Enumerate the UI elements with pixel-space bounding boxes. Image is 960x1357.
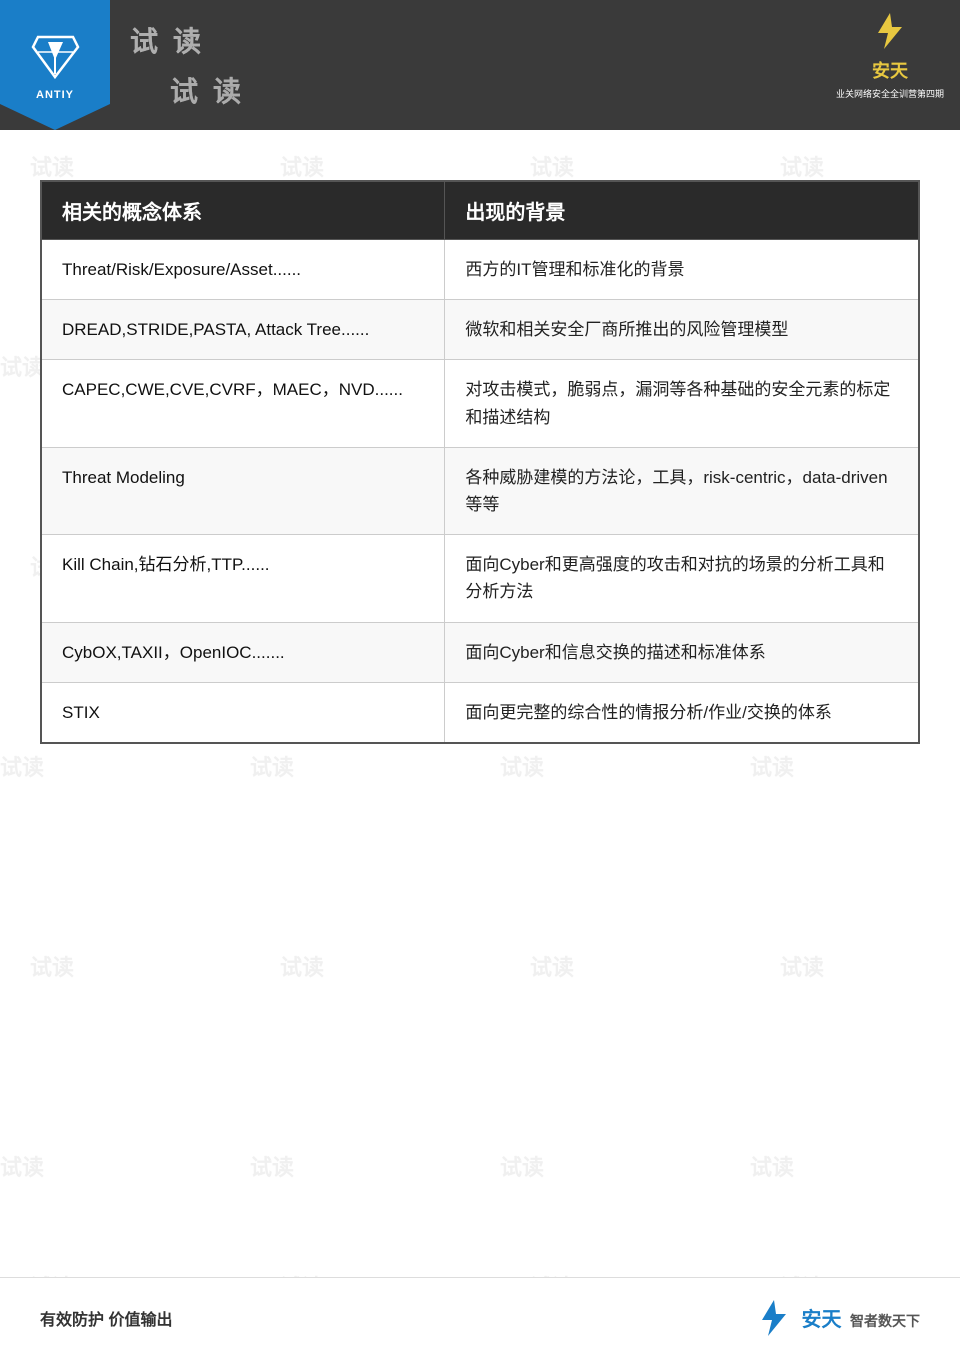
table-cell-left-4: Kill Chain,钻石分析,TTP...... (41, 535, 445, 622)
table-cell-right-6: 面向更完整的综合性的情报分析/作业/交换的体系 (445, 682, 919, 743)
table-row: Threat Modeling各种威胁建模的方法论，工具，risk-centri… (41, 447, 919, 534)
footer: 有效防护 价值输出 安天 智者数天下 (0, 1277, 960, 1357)
table-cell-left-2: CAPEC,CWE,CVE,CVRF，MAEC，NVD...... (41, 360, 445, 447)
pw-18: 试读 (280, 950, 324, 982)
table-cell-right-1: 微软和相关安全厂商所推出的风险管理模型 (445, 300, 919, 360)
pw-24: 试读 (750, 1150, 794, 1182)
pw-22: 试读 (250, 1150, 294, 1182)
table-row: Threat/Risk/Exposure/Asset......西方的IT管理和… (41, 240, 919, 300)
table-cell-right-0: 西方的IT管理和标准化的背景 (445, 240, 919, 300)
concepts-table: 相关的概念体系 出现的背景 Threat/Risk/Exposure/Asset… (40, 180, 920, 744)
table-row: DREAD,STRIDE,PASTA, Attack Tree......微软和… (41, 300, 919, 360)
footer-lightning-icon (754, 1298, 794, 1338)
brand-sub-text: 业关网络安全全训营第四期 (836, 87, 944, 100)
pw-21: 试读 (0, 1150, 44, 1182)
footer-brand-antiy: 安天 (802, 1309, 842, 1331)
table-row: Kill Chain,钻石分析,TTP......面向Cyber和更高强度的攻击… (41, 535, 919, 622)
table-cell-left-6: STIX (41, 682, 445, 743)
brand-chinese (870, 11, 910, 57)
brand-name-text: 安天 (872, 57, 908, 83)
pw-23: 试读 (500, 1150, 544, 1182)
table-cell-left-3: Threat Modeling (41, 447, 445, 534)
watermark-7: 试读 (130, 20, 216, 60)
pw-19: 试读 (530, 950, 574, 982)
header-watermarks: 试读 试读 试读 试读 试读 试读 试读 试读 试读 试读 试读 试读 试读 (110, 0, 960, 130)
col2-header: 出现的背景 (445, 181, 919, 240)
footer-slogan: 有效防护 价值输出 (40, 1306, 172, 1330)
header: ANTIY 试读 试读 试读 试读 试读 试读 试读 试读 试读 试读 试读 试… (0, 0, 960, 130)
pw-20: 试读 (780, 950, 824, 982)
table-cell-right-3: 各种威胁建模的方法论，工具，risk-centric，data-driven等等 (445, 447, 919, 534)
table-cell-left-1: DREAD,STRIDE,PASTA, Attack Tree...... (41, 300, 445, 360)
table-cell-right-4: 面向Cyber和更高强度的攻击和对抗的场景的分析工具和分析方法 (445, 535, 919, 622)
footer-brand-text: 安天 智者数天下 (802, 1303, 920, 1332)
logo-box: ANTIY (0, 0, 110, 130)
table-row: STIX面向更完整的综合性的情报分析/作业/交换的体系 (41, 682, 919, 743)
logo-icon (25, 30, 85, 85)
footer-brand-slogan: 智者数天下 (850, 1313, 920, 1329)
logo-text: ANTIY (36, 89, 74, 101)
table-cell-right-5: 面向Cyber和信息交换的描述和标准体系 (445, 622, 919, 682)
watermark-13: 试读 (170, 70, 256, 110)
footer-logo: 安天 智者数天下 (754, 1298, 920, 1338)
table-cell-left-0: Threat/Risk/Exposure/Asset...... (41, 240, 445, 300)
table-row: CybOX,TAXII，OpenIOC.......面向Cyber和信息交换的描… (41, 622, 919, 682)
pw-17: 试读 (30, 950, 74, 982)
col1-header: 相关的概念体系 (41, 181, 445, 240)
main-content: 相关的概念体系 出现的背景 Threat/Risk/Exposure/Asset… (0, 130, 960, 774)
table-row: CAPEC,CWE,CVE,CVRF，MAEC，NVD......对攻击模式，脆… (41, 360, 919, 447)
header-right-logo: 安天 业关网络安全全训营第四期 (835, 10, 945, 100)
table-cell-right-2: 对攻击模式，脆弱点，漏洞等各种基础的安全元素的标定和描述结构 (445, 360, 919, 447)
table-cell-left-5: CybOX,TAXII，OpenIOC....... (41, 622, 445, 682)
